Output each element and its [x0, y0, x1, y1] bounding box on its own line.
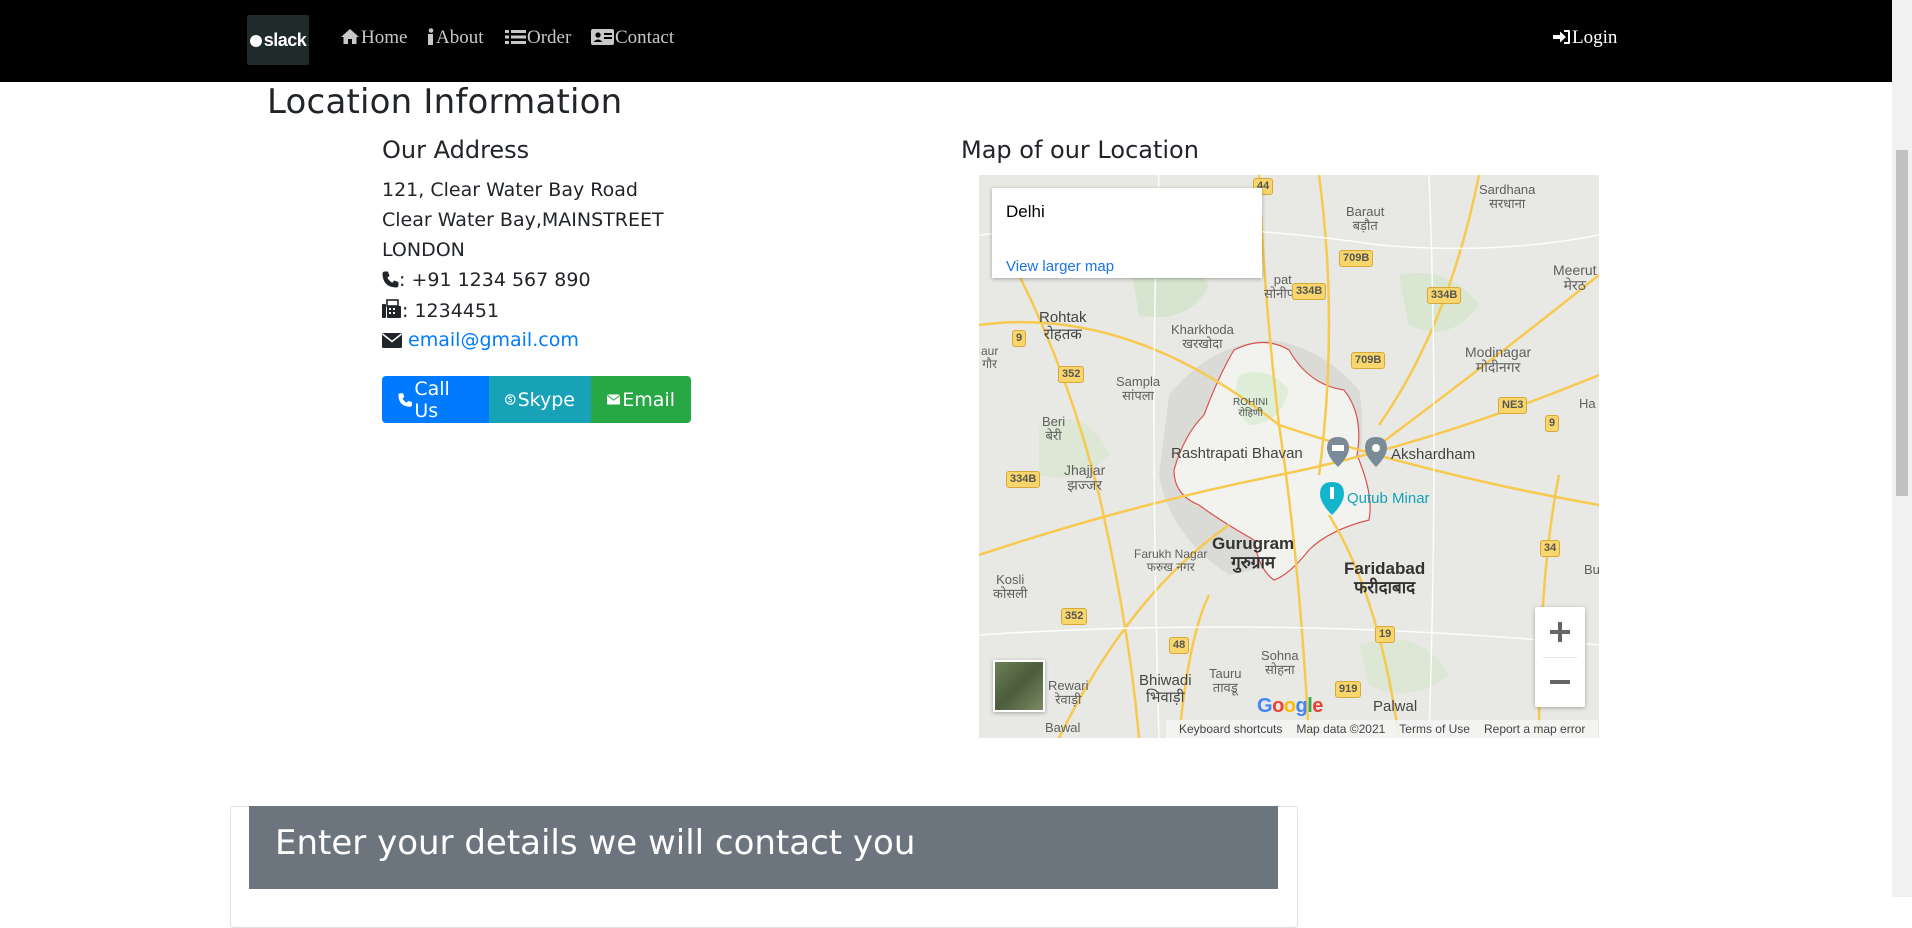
contact-button-group: Call Us Skype Email: [382, 376, 691, 423]
zoom-divider: [1543, 657, 1577, 658]
contact-form-header: Enter your details we will contact you: [249, 806, 1278, 889]
map-label-palwal: Palwal: [1373, 698, 1418, 715]
map-label-qutub: Qutub Minar: [1347, 490, 1430, 507]
fax-line: : 1234451: [382, 299, 499, 322]
nav-contact[interactable]: Contact: [591, 27, 674, 49]
map-label-bhiwadi: Bhiwadi भिवाड़ी: [1139, 672, 1192, 706]
map-label-rohtak: Rohtak रोहतक: [1039, 309, 1087, 343]
map-place-name: Delhi: [1006, 202, 1045, 221]
road-shield: 48: [1169, 637, 1190, 654]
report-map-error-link[interactable]: Report a map error: [1484, 722, 1585, 736]
address-heading: Our Address: [382, 136, 530, 164]
map-label-modinagar: Modinagar मोदीनगर: [1465, 344, 1532, 376]
map-label-aur: aur गौर: [981, 344, 999, 372]
sign-in-icon: [1553, 30, 1570, 44]
nav-home[interactable]: Home: [340, 27, 407, 49]
map-label-rewari: Rewari रेवाड़ी: [1048, 678, 1089, 708]
map-label-sohna: Sohna सोहना: [1261, 648, 1299, 678]
home-icon: [341, 29, 359, 44]
page-title: Location Information: [267, 82, 623, 122]
road-shield: 709B: [1351, 352, 1386, 369]
map-heading: Map of our Location: [961, 136, 1199, 164]
zoom-out-button[interactable]: [1535, 657, 1585, 707]
slack-icon: [249, 35, 262, 47]
nav-order[interactable]: Order: [505, 27, 571, 49]
brand-logo[interactable]: slack: [247, 15, 309, 65]
email-button[interactable]: Email: [591, 376, 691, 423]
road-shield: NE3: [1498, 397, 1528, 414]
map-label-beri: Beri बेरी: [1042, 414, 1066, 444]
map-label-akshardham: Akshardham: [1391, 446, 1476, 463]
map-label-ha: Ha: [1579, 396, 1596, 411]
phone-icon: [382, 271, 399, 288]
email-line: email@gmail.com: [382, 329, 579, 351]
map-zoom-control: [1535, 607, 1585, 707]
keyboard-shortcuts-link[interactable]: Keyboard shortcuts: [1179, 722, 1282, 736]
fax-icon: [382, 299, 401, 318]
address-card-icon: [591, 29, 614, 45]
navbar: slack Home About Order Contact Login: [0, 0, 1892, 82]
map-attribution-bar: Keyboard shortcuts Map data ©2021 Terms …: [1166, 720, 1599, 738]
map-label-sardhana: Sardhana सरधाना: [1479, 182, 1536, 212]
map-label-bu: Bu: [1584, 562, 1599, 577]
road-shield: 334B: [1292, 283, 1327, 300]
address-line-1: 121, Clear Water Bay Road: [382, 179, 638, 201]
envelope-icon: [607, 394, 621, 405]
road-shield: 352: [1058, 366, 1085, 383]
minus-icon: [1550, 680, 1570, 684]
nav-about[interactable]: About: [427, 27, 484, 49]
info-icon: [428, 28, 434, 45]
road-shield: 9: [1545, 415, 1560, 432]
phone-line: : +91 1234 567 890: [382, 269, 591, 291]
map-label-rohini: ROHINI रोहिणी: [1233, 397, 1268, 419]
address-line-3: LONDON: [382, 239, 465, 261]
map-label-rashtrapati: Rashtrapati Bhavan: [1171, 445, 1303, 462]
satellite-toggle[interactable]: [993, 660, 1045, 712]
map-label-bawal: Bawal: [1045, 720, 1081, 735]
scrollbar-thumb[interactable]: [1896, 150, 1908, 496]
map-place-card: Delhi View larger map: [992, 188, 1262, 278]
map-label-sampla: Sampla सांपला: [1116, 374, 1161, 404]
page-scrollbar[interactable]: [1892, 0, 1912, 897]
google-map[interactable]: Sardhana सरधाना Baraut बड़ौत Meerut मेरठ pa…: [979, 175, 1599, 738]
road-shield: 919: [1335, 681, 1362, 698]
map-label-kharkhoda: Kharkhoda खरखोदा: [1171, 322, 1234, 352]
road-shield: 709B: [1339, 250, 1374, 267]
list-icon: [505, 30, 526, 44]
terms-of-use-link[interactable]: Terms of Use: [1399, 722, 1470, 736]
zoom-in-button[interactable]: [1535, 607, 1585, 657]
satellite-thumbnail: [995, 662, 1043, 710]
road-shield: 19: [1375, 626, 1396, 643]
nav-login[interactable]: Login: [1553, 27, 1617, 49]
google-logo: Google: [1257, 695, 1323, 717]
map-label-farukh: Farukh Nagar फरुख नगर: [1134, 547, 1208, 575]
map-label-gurugram: Gurugram गुरुग्राम: [1212, 534, 1295, 572]
skype-button[interactable]: Skype: [489, 376, 591, 423]
email-link[interactable]: email@gmail.com: [408, 329, 579, 351]
skype-icon: [505, 394, 516, 405]
map-label-baraut: Baraut बड़ौत: [1346, 204, 1385, 234]
road-shield: 34: [1540, 540, 1561, 557]
road-shield: 334B: [1006, 471, 1041, 488]
contact-form-title: Enter your details we will contact you: [275, 823, 916, 863]
map-label-faridabad: Faridabad फरीदाबाद: [1344, 559, 1426, 597]
address-line-2: Clear Water Bay,MAINSTREET: [382, 209, 664, 231]
map-label-meerut: Meerut मेरठ: [1553, 262, 1597, 294]
plus-icon: [1550, 622, 1570, 642]
road-shield: 334B: [1427, 287, 1462, 304]
map-data-text: Map data ©2021: [1296, 722, 1386, 736]
call-us-button[interactable]: Call Us: [382, 376, 489, 423]
phone-icon: [398, 392, 412, 407]
map-label-jhajjar: Jhajjar झज्जर: [1064, 462, 1106, 494]
envelope-icon: [382, 333, 402, 348]
road-shield: 9: [1012, 330, 1027, 347]
view-larger-map-link[interactable]: View larger map: [1006, 258, 1114, 275]
map-label-kosli: Kosli कोसली: [993, 572, 1028, 602]
map-label-tauru: Tauru तावडू: [1209, 666, 1242, 696]
road-shield: 352: [1061, 608, 1088, 625]
